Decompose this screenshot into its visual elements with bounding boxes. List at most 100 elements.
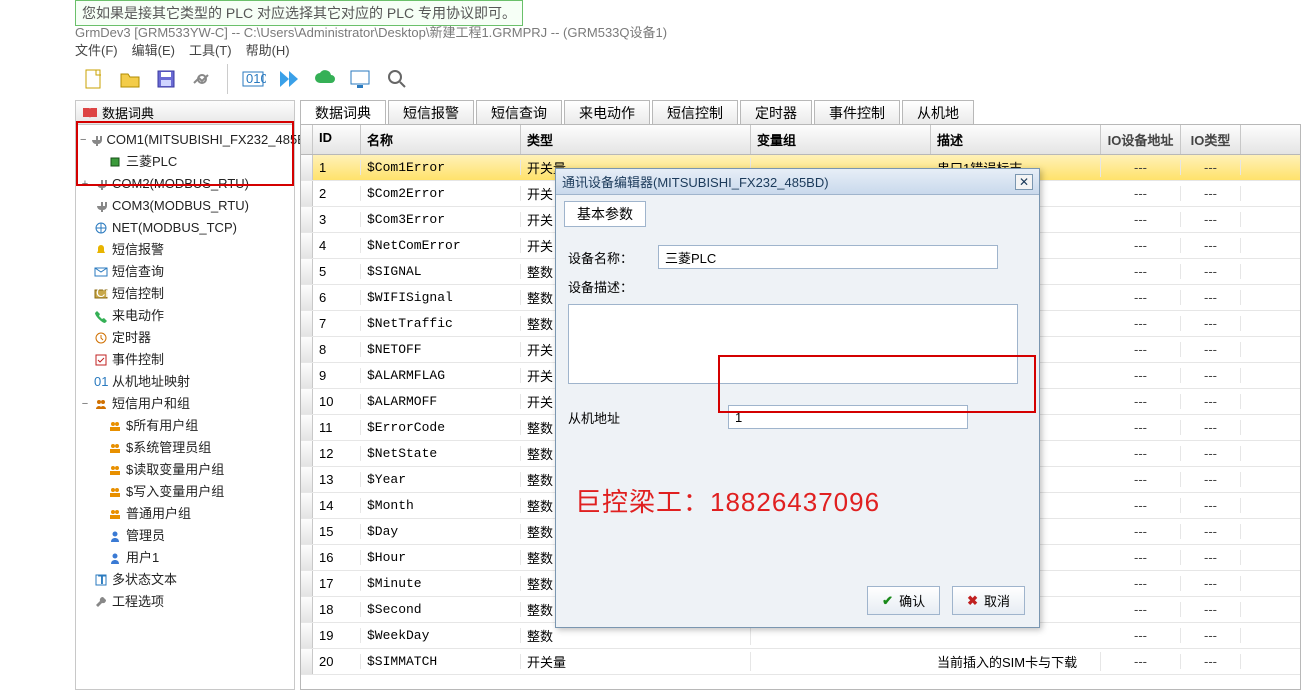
- user-icon: [107, 550, 123, 566]
- tree-item[interactable]: COM3(MODBUS_RTU): [78, 195, 292, 217]
- check-icon: ✔: [882, 593, 893, 609]
- twisty-icon[interactable]: +: [80, 173, 90, 195]
- cell-iotype: ---: [1181, 654, 1241, 669]
- device-editor-dialog: 通讯设备编辑器(MITSUBISHI_FX232_485BD) ✕ 基本参数 设…: [555, 168, 1040, 628]
- cell-iotype: ---: [1181, 264, 1241, 279]
- compile-button[interactable]: 0101: [238, 64, 268, 94]
- menu-edit[interactable]: 编辑(E): [132, 40, 175, 59]
- cell-id: 19: [313, 628, 361, 643]
- cell-id: 1: [313, 160, 361, 175]
- cell-io: ---: [1101, 576, 1181, 591]
- tab-3[interactable]: 来电动作: [564, 100, 650, 124]
- row-header: [301, 363, 313, 388]
- cloud-button[interactable]: [310, 64, 340, 94]
- cell-io: ---: [1101, 368, 1181, 383]
- row-header: [301, 155, 313, 180]
- tab-7[interactable]: 从机地: [902, 100, 974, 124]
- tree-item[interactable]: −短信用户和组: [78, 393, 292, 415]
- device-desc-textarea[interactable]: [568, 304, 1018, 384]
- tree-item-label: 用户1: [126, 547, 159, 569]
- tab-4[interactable]: 短信控制: [652, 100, 738, 124]
- tree-item[interactable]: 来电动作: [78, 305, 292, 327]
- cell-iotype: ---: [1181, 316, 1241, 331]
- tree-item-label: 管理员: [126, 525, 165, 547]
- col-group[interactable]: 变量组: [751, 125, 931, 154]
- slave-addr-input[interactable]: [728, 405, 968, 429]
- close-button[interactable]: ✕: [1015, 174, 1033, 190]
- tab-0[interactable]: 数据词典: [300, 100, 386, 124]
- tab-1[interactable]: 短信报警: [388, 100, 474, 124]
- grp-icon: [107, 462, 123, 478]
- tree-item[interactable]: 0101从机地址映射: [78, 371, 292, 393]
- tree-item[interactable]: NET(MODBUS_TCP): [78, 217, 292, 239]
- tree-item[interactable]: Cmd短信控制: [78, 283, 292, 305]
- dialog-tab-basic[interactable]: 基本参数: [564, 201, 646, 227]
- tree-item[interactable]: 定时器: [78, 327, 292, 349]
- tree-item[interactable]: 普通用户组: [78, 503, 292, 525]
- ok-label: 确认: [899, 591, 925, 610]
- run-button[interactable]: [274, 64, 304, 94]
- tab-5[interactable]: 定时器: [740, 100, 812, 124]
- cancel-button[interactable]: ✖ 取消: [952, 586, 1025, 615]
- cell-id: 12: [313, 446, 361, 461]
- clock-icon: [93, 330, 109, 346]
- twisty-icon[interactable]: −: [80, 129, 86, 151]
- cell-id: 13: [313, 472, 361, 487]
- tree-item[interactable]: $写入变量用户组: [78, 481, 292, 503]
- tree-item[interactable]: 用户1: [78, 547, 292, 569]
- ok-button[interactable]: ✔ 确认: [867, 586, 940, 615]
- tree-item[interactable]: +COM2(MODBUS_RTU): [78, 173, 292, 195]
- cell-io: ---: [1101, 628, 1181, 643]
- tree-item[interactable]: 短信查询: [78, 261, 292, 283]
- col-iotype[interactable]: IO类型: [1181, 125, 1241, 154]
- table-row[interactable]: 20$SIMMATCH开关量当前插入的SIM卡与下载------: [301, 649, 1300, 675]
- cell-io: ---: [1101, 342, 1181, 357]
- col-name[interactable]: 名称: [361, 125, 521, 154]
- cell-io: ---: [1101, 654, 1181, 669]
- open-button[interactable]: [115, 64, 145, 94]
- device-desc-label: 设备描述：: [568, 277, 658, 296]
- main-tabs: 数据词典短信报警短信查询来电动作短信控制定时器事件控制从机地: [300, 100, 1301, 124]
- twisty-icon[interactable]: −: [80, 393, 90, 415]
- tree-item-label: $系统管理员组: [126, 437, 211, 459]
- cell-io: ---: [1101, 212, 1181, 227]
- tree-item[interactable]: $系统管理员组: [78, 437, 292, 459]
- cell-name: $NetComError: [361, 238, 521, 253]
- menu-file[interactable]: 文件(F): [75, 40, 118, 59]
- monitor-button[interactable]: [346, 64, 376, 94]
- tree-item[interactable]: T多状态文本: [78, 569, 292, 591]
- col-type[interactable]: 类型: [521, 125, 751, 154]
- tree-item[interactable]: 事件控制: [78, 349, 292, 371]
- settings-button[interactable]: [187, 64, 217, 94]
- cell-iotype: ---: [1181, 472, 1241, 487]
- tree-item[interactable]: $所有用户组: [78, 415, 292, 437]
- net-icon: [93, 220, 109, 236]
- col-io[interactable]: IO设备地址: [1101, 125, 1181, 154]
- tab-6[interactable]: 事件控制: [814, 100, 900, 124]
- tree-item[interactable]: $读取变量用户组: [78, 459, 292, 481]
- new-button[interactable]: [79, 64, 109, 94]
- device-name-input[interactable]: [658, 245, 998, 269]
- save-button[interactable]: [151, 64, 181, 94]
- search-button[interactable]: [382, 64, 412, 94]
- tree-item[interactable]: 三菱PLC: [78, 151, 292, 173]
- col-desc[interactable]: 描述: [931, 125, 1101, 154]
- tree-item[interactable]: 管理员: [78, 525, 292, 547]
- tree-item[interactable]: 短信报警: [78, 239, 292, 261]
- cell-iotype: ---: [1181, 576, 1241, 591]
- cell-id: 18: [313, 602, 361, 617]
- device-name-label: 设备名称：: [568, 248, 658, 267]
- cell-io: ---: [1101, 420, 1181, 435]
- cell-iotype: ---: [1181, 160, 1241, 175]
- tree-item-label: $写入变量用户组: [126, 481, 224, 503]
- col-id[interactable]: ID: [313, 125, 361, 154]
- row-header: [301, 571, 313, 596]
- tree-item[interactable]: −COM1(MITSUBISHI_FX232_485BD): [78, 129, 292, 151]
- dialog-title-bar[interactable]: 通讯设备编辑器(MITSUBISHI_FX232_485BD) ✕: [556, 169, 1039, 195]
- svg-text:T: T: [98, 573, 106, 587]
- tab-2[interactable]: 短信查询: [476, 100, 562, 124]
- menu-help[interactable]: 帮助(H): [246, 40, 290, 59]
- menu-tool[interactable]: 工具(T): [189, 40, 232, 59]
- tree-item[interactable]: 工程选项: [78, 591, 292, 613]
- book-icon: [82, 106, 98, 120]
